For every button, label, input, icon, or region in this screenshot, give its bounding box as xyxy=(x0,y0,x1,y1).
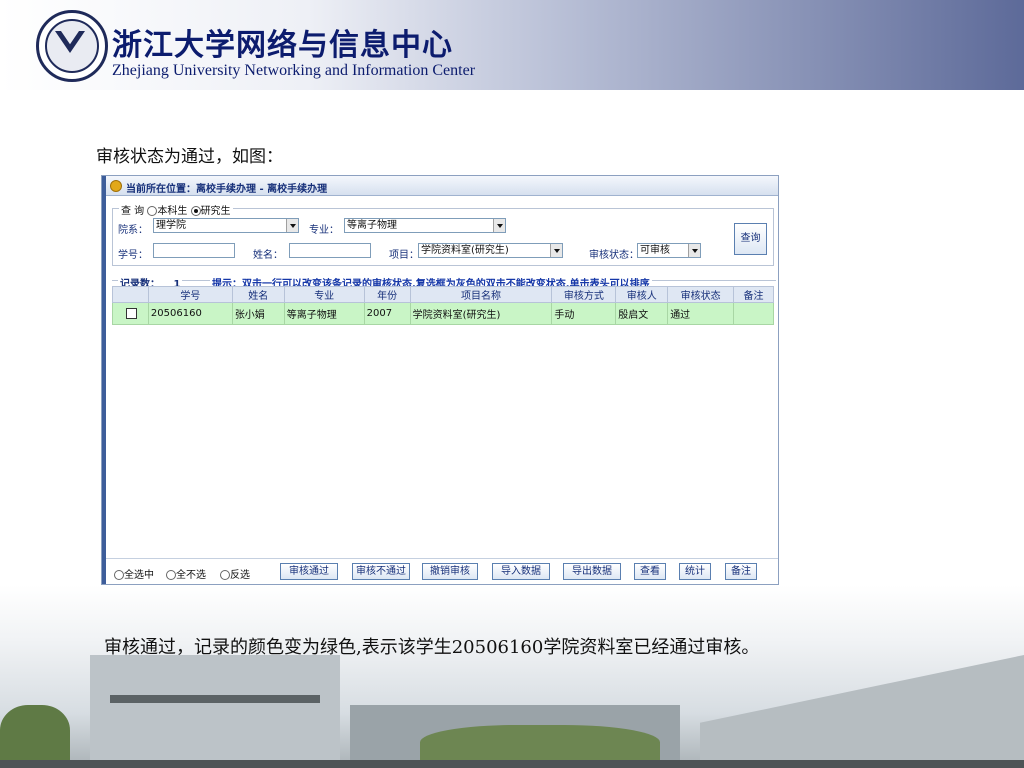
student-id-input[interactable] xyxy=(153,243,235,258)
university-seal-icon xyxy=(36,10,108,82)
major-label: 专业： xyxy=(309,225,339,236)
col-major[interactable]: 专业 xyxy=(283,286,365,303)
status-label: 审核状态： xyxy=(589,250,639,261)
major-value: 等离子物理 xyxy=(347,220,397,231)
name-label: 姓名： xyxy=(253,250,283,261)
col-review-method[interactable]: 审核方式 xyxy=(551,286,617,303)
stats-button[interactable]: 统计 xyxy=(679,563,711,580)
location-icon xyxy=(110,180,122,192)
col-reviewer[interactable]: 审核人 xyxy=(615,286,669,303)
chevron-down-icon[interactable] xyxy=(550,244,562,257)
row-checkbox-cell xyxy=(112,302,149,325)
radio-grad[interactable] xyxy=(190,206,201,216)
caption-bottom: 审核通过，记录的颜色变为绿色,表示该学生20506160学院资料室已经通过审核。 xyxy=(104,637,760,658)
select-all-label: 全选中 xyxy=(124,570,154,581)
col-year[interactable]: 年份 xyxy=(363,286,411,303)
radio-invert[interactable] xyxy=(220,570,230,580)
search-button[interactable]: 查询 xyxy=(734,223,767,255)
col-note[interactable]: 备注 xyxy=(733,286,774,303)
records-table: 学号 姓名 专业 年份 项目名称 审核方式 审核人 审核状态 备注 205061… xyxy=(112,286,774,325)
item-value: 学院资料室(研究生) xyxy=(421,245,509,256)
org-title-en: Zhejiang University Networking and Infor… xyxy=(112,62,476,79)
revoke-button[interactable]: 撤销审核 xyxy=(422,563,478,580)
chevron-down-icon[interactable] xyxy=(493,219,505,232)
radio-grad-label: 研究生 xyxy=(200,206,231,217)
cell-review-status: 通过 xyxy=(667,302,735,325)
row-checkbox[interactable] xyxy=(125,307,137,319)
student-id-label: 学号： xyxy=(118,250,148,261)
name-input[interactable] xyxy=(289,243,371,258)
cell-reviewer: 殷启文 xyxy=(615,302,669,325)
col-name[interactable]: 姓名 xyxy=(231,286,285,303)
status-select[interactable]: 可审核 xyxy=(637,243,701,258)
cell-review-method: 手动 xyxy=(551,302,617,325)
col-student-id[interactable]: 学号 xyxy=(147,286,233,303)
org-title-cn: 浙江大学网络与信息中心 xyxy=(112,28,453,63)
approve-button[interactable]: 审核通过 xyxy=(280,563,338,580)
col-select xyxy=(112,286,149,303)
option-select-none[interactable]: 全不选 xyxy=(166,566,206,581)
chevron-down-icon[interactable] xyxy=(688,244,700,257)
note-button[interactable]: 备注 xyxy=(725,563,757,580)
chevron-down-icon[interactable] xyxy=(286,219,298,232)
photo-building-right xyxy=(700,655,1024,768)
col-item-name[interactable]: 项目名称 xyxy=(409,286,553,303)
query-group: 查 询 本科生 研究生 院系： 理学院 专业： 等离子物理 学号： 姓名： 项目… xyxy=(112,202,774,266)
export-button[interactable]: 导出数据 xyxy=(563,563,621,580)
cell-student-id: 20506160 xyxy=(147,302,233,325)
option-invert[interactable]: 反选 xyxy=(220,566,250,581)
import-button[interactable]: 导入数据 xyxy=(492,563,550,580)
app-window: 当前所在位置：离校手续办理 - 离校手续办理 查 询 本科生 研究生 院系： 理… xyxy=(101,175,779,585)
option-select-all[interactable]: 全选中 xyxy=(114,566,154,581)
item-label: 项目： xyxy=(389,250,419,261)
table-row[interactable]: 20506160 张小娟 等离子物理 2007 学院资料室(研究生) 手动 殷启… xyxy=(112,302,774,325)
cell-year: 2007 xyxy=(363,302,411,325)
breadcrumb: 当前所在位置：离校手续办理 - 离校手续办理 xyxy=(126,184,328,195)
invert-label: 反选 xyxy=(230,570,250,581)
photo-building-band xyxy=(110,695,320,703)
window-left-bar xyxy=(102,176,106,584)
dept-value: 理学院 xyxy=(156,220,186,231)
select-none-label: 全不选 xyxy=(176,570,206,581)
cell-name: 张小娟 xyxy=(231,302,285,325)
radio-undergrad-label: 本科生 xyxy=(157,206,188,217)
header-banner: 浙江大学网络与信息中心 Zhejiang University Networki… xyxy=(0,0,1024,90)
radio-select-none[interactable] xyxy=(166,570,176,580)
col-review-status[interactable]: 审核状态 xyxy=(667,286,735,303)
photo-ground xyxy=(0,760,1024,768)
photo-tree-left xyxy=(0,705,70,768)
campus-photo xyxy=(0,585,1024,768)
window-titlebar: 当前所在位置：离校手续办理 - 离校手续办理 xyxy=(106,176,778,196)
reject-button[interactable]: 审核不通过 xyxy=(352,563,410,580)
table-header-row: 学号 姓名 专业 年份 项目名称 审核方式 审核人 审核状态 备注 xyxy=(112,286,774,303)
photo-building-left xyxy=(90,655,340,765)
item-select[interactable]: 学院资料室(研究生) xyxy=(418,243,563,258)
cell-item-name: 学院资料室(研究生) xyxy=(409,302,553,325)
status-value: 可审核 xyxy=(640,245,670,256)
view-button[interactable]: 查看 xyxy=(634,563,666,580)
dept-label: 院系： xyxy=(118,225,148,236)
query-legend: 查 询 本科生 研究生 xyxy=(119,202,233,217)
radio-undergrad[interactable] xyxy=(147,206,158,216)
action-bar: 全选中 全不选 反选 审核通过 审核不通过 撤销审核 导入数据 导出数据 查看 … xyxy=(106,558,778,584)
radio-select-all[interactable] xyxy=(114,570,124,580)
major-select[interactable]: 等离子物理 xyxy=(344,218,506,233)
cell-major: 等离子物理 xyxy=(283,302,365,325)
caption-top: 审核状态为通过，如图： xyxy=(96,147,283,167)
query-legend-label: 查 询 xyxy=(121,206,145,217)
cell-note xyxy=(733,302,774,325)
dept-select[interactable]: 理学院 xyxy=(153,218,299,233)
